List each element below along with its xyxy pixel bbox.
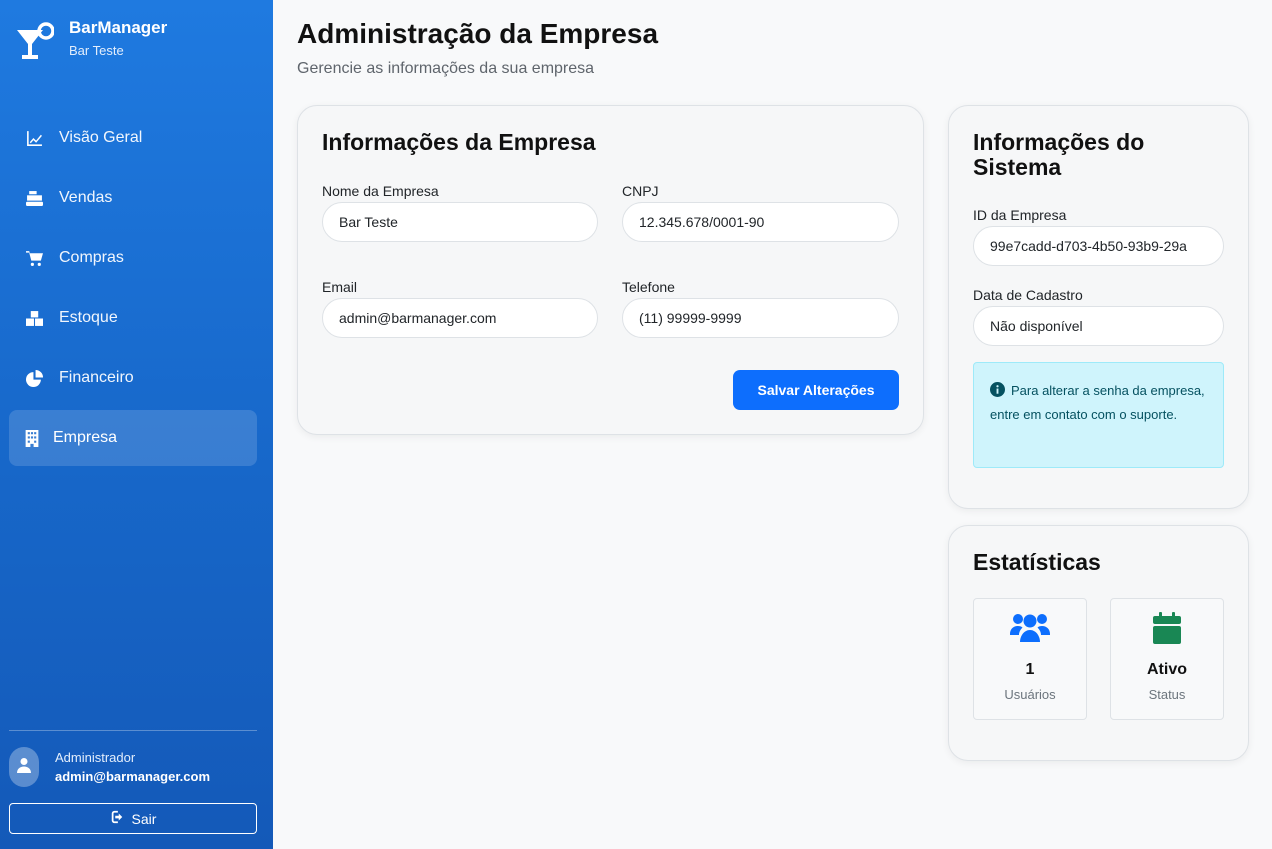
sidebar: BarManager Bar Teste Visão Geral Vendas … (0, 0, 273, 849)
status-value: Ativo (1147, 661, 1187, 678)
email-label: Email (322, 279, 358, 295)
support-alert: Para alterar a senha da empresa, entre e… (973, 362, 1224, 468)
user-info: Administrador admin@barmanager.com (9, 747, 210, 787)
chart-line-icon (25, 129, 43, 147)
boxes-icon (25, 309, 43, 327)
brand[interactable]: BarManager Bar Teste (16, 18, 167, 64)
cnpj-label: CNPJ (622, 183, 659, 199)
company-name-field[interactable]: Bar Teste (322, 202, 598, 242)
sidebar-item-label: Estoque (59, 309, 118, 326)
cocktail-icon (16, 22, 55, 64)
shopping-cart-icon (25, 249, 43, 267)
stat-users: 1 Usuários (973, 598, 1087, 720)
sidebar-item-label: Financeiro (59, 369, 134, 386)
sidebar-nav: Visão Geral Vendas Compras Estoque Finan… (9, 110, 257, 470)
company-info-card: Informações da Empresa Nome da Empresa B… (297, 105, 924, 435)
cnpj-field[interactable]: 12.345.678/0001-90 (622, 202, 899, 242)
sidebar-item-label: Visão Geral (59, 129, 143, 146)
signup-date-label: Data de Cadastro (973, 287, 1083, 303)
users-label: Usuários (1004, 687, 1056, 702)
calendar-icon (1153, 611, 1181, 649)
phone-field[interactable]: (11) 99999-9999 (622, 298, 899, 338)
avatar (9, 747, 39, 787)
sidebar-item-label: Vendas (59, 189, 113, 206)
sidebar-item-label: Empresa (53, 429, 118, 446)
sidebar-item-label: Compras (59, 249, 124, 266)
system-info-card: Informações do Sistema ID da Empresa 99e… (948, 105, 1249, 509)
sidebar-item-empresa[interactable]: Empresa (9, 410, 257, 466)
sidebar-item-estoque[interactable]: Estoque (9, 290, 257, 346)
company-info-title: Informações da Empresa (322, 129, 596, 155)
signup-date-field[interactable]: Não disponível (973, 306, 1224, 346)
support-alert-text: Para alterar a senha da empresa, entre e… (990, 383, 1205, 422)
info-circle-icon (990, 381, 1005, 397)
stats-card: Estatísticas 1 Usuários Ativo Status (948, 525, 1249, 761)
logout-label: Sair (131, 810, 157, 827)
sidebar-item-financeiro[interactable]: Financeiro (9, 350, 257, 406)
save-button[interactable]: Salvar Alterações (733, 370, 899, 410)
stats-title: Estatísticas (973, 549, 1101, 575)
page-title: Administração da Empresa (297, 18, 659, 49)
logout-button[interactable]: Sair (9, 803, 257, 834)
sidebar-item-visao-geral[interactable]: Visão Geral (9, 110, 257, 166)
building-icon (25, 429, 39, 447)
sidebar-item-vendas[interactable]: Vendas (9, 170, 257, 226)
user-icon (16, 757, 32, 778)
pie-chart-icon (25, 369, 43, 387)
sign-out-icon (110, 810, 132, 827)
phone-label: Telefone (622, 279, 675, 295)
brand-subtitle: Bar Teste (69, 43, 124, 58)
company-name-label: Nome da Empresa (322, 183, 439, 199)
page-subtitle: Gerencie as informações da sua empresa (297, 60, 595, 77)
stat-status: Ativo Status (1110, 598, 1224, 720)
user-role: Administrador (55, 750, 136, 765)
company-id-field[interactable]: 99e7cadd-d703-4b50-93b9-29a (973, 226, 1224, 266)
sidebar-item-compras[interactable]: Compras (9, 230, 257, 286)
cash-register-icon (25, 189, 43, 207)
users-icon (1010, 612, 1050, 649)
status-label: Status (1148, 687, 1186, 702)
user-email: admin@barmanager.com (55, 769, 211, 784)
users-count: 1 (1025, 661, 1035, 678)
brand-title: BarManager (69, 18, 168, 37)
sidebar-divider (9, 730, 257, 731)
system-info-title: Informações do Sistema (973, 129, 1145, 180)
company-id-label: ID da Empresa (973, 207, 1067, 223)
email-field[interactable]: admin@barmanager.com (322, 298, 598, 338)
